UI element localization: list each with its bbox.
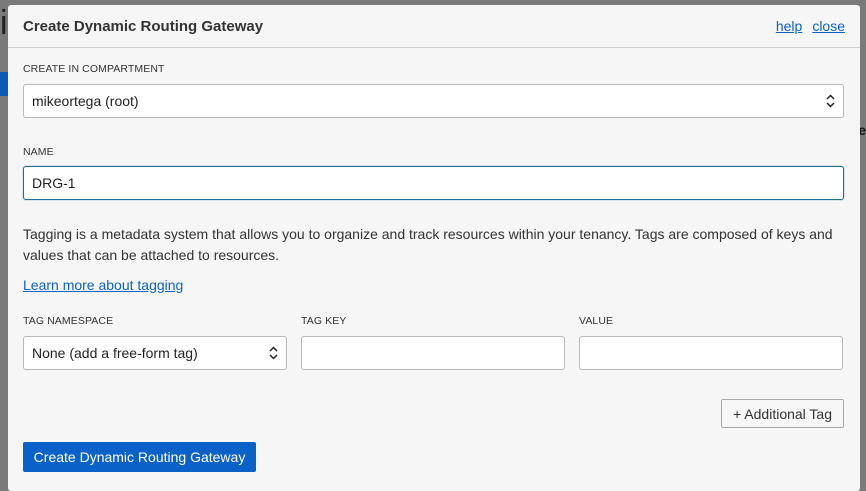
header-links: help close [776, 18, 845, 34]
learn-more-tagging-link[interactable]: Learn more about tagging [23, 277, 183, 293]
select-chevrons-icon [269, 346, 278, 360]
help-link[interactable]: help [776, 18, 802, 34]
dialog-header: Create Dynamic Routing Gateway help clos… [8, 5, 860, 48]
name-input[interactable]: DRG-1 [23, 166, 844, 200]
tag-key-input[interactable] [301, 336, 565, 370]
dialog-title: Create Dynamic Routing Gateway [23, 17, 264, 35]
compartment-label: CREATE IN COMPARTMENT [23, 63, 165, 75]
compartment-value: mikeortega (root) [32, 93, 139, 109]
compartment-select[interactable]: mikeortega (root) [23, 84, 844, 118]
tag-namespace-value: None (add a free-form tag) [32, 345, 198, 361]
tagging-description: Tagging is a metadata system that allows… [23, 226, 833, 263]
create-drg-button[interactable]: Create Dynamic Routing Gateway [23, 442, 256, 472]
additional-tag-button[interactable]: + Additional Tag [721, 399, 844, 428]
name-label: NAME [23, 146, 54, 158]
background-text: i [0, 4, 8, 42]
close-link[interactable]: close [812, 18, 845, 34]
background-button [0, 72, 8, 96]
name-value: DRG-1 [32, 175, 76, 191]
tag-namespace-select[interactable]: None (add a free-form tag) [23, 336, 287, 370]
tag-key-label: TAG KEY [301, 315, 347, 327]
create-drg-dialog: Create Dynamic Routing Gateway help clos… [8, 5, 860, 491]
tag-value-input[interactable] [579, 336, 843, 370]
tag-namespace-label: TAG NAMESPACE [23, 315, 114, 327]
tag-value-label: VALUE [579, 315, 614, 327]
select-chevrons-icon [826, 94, 835, 108]
